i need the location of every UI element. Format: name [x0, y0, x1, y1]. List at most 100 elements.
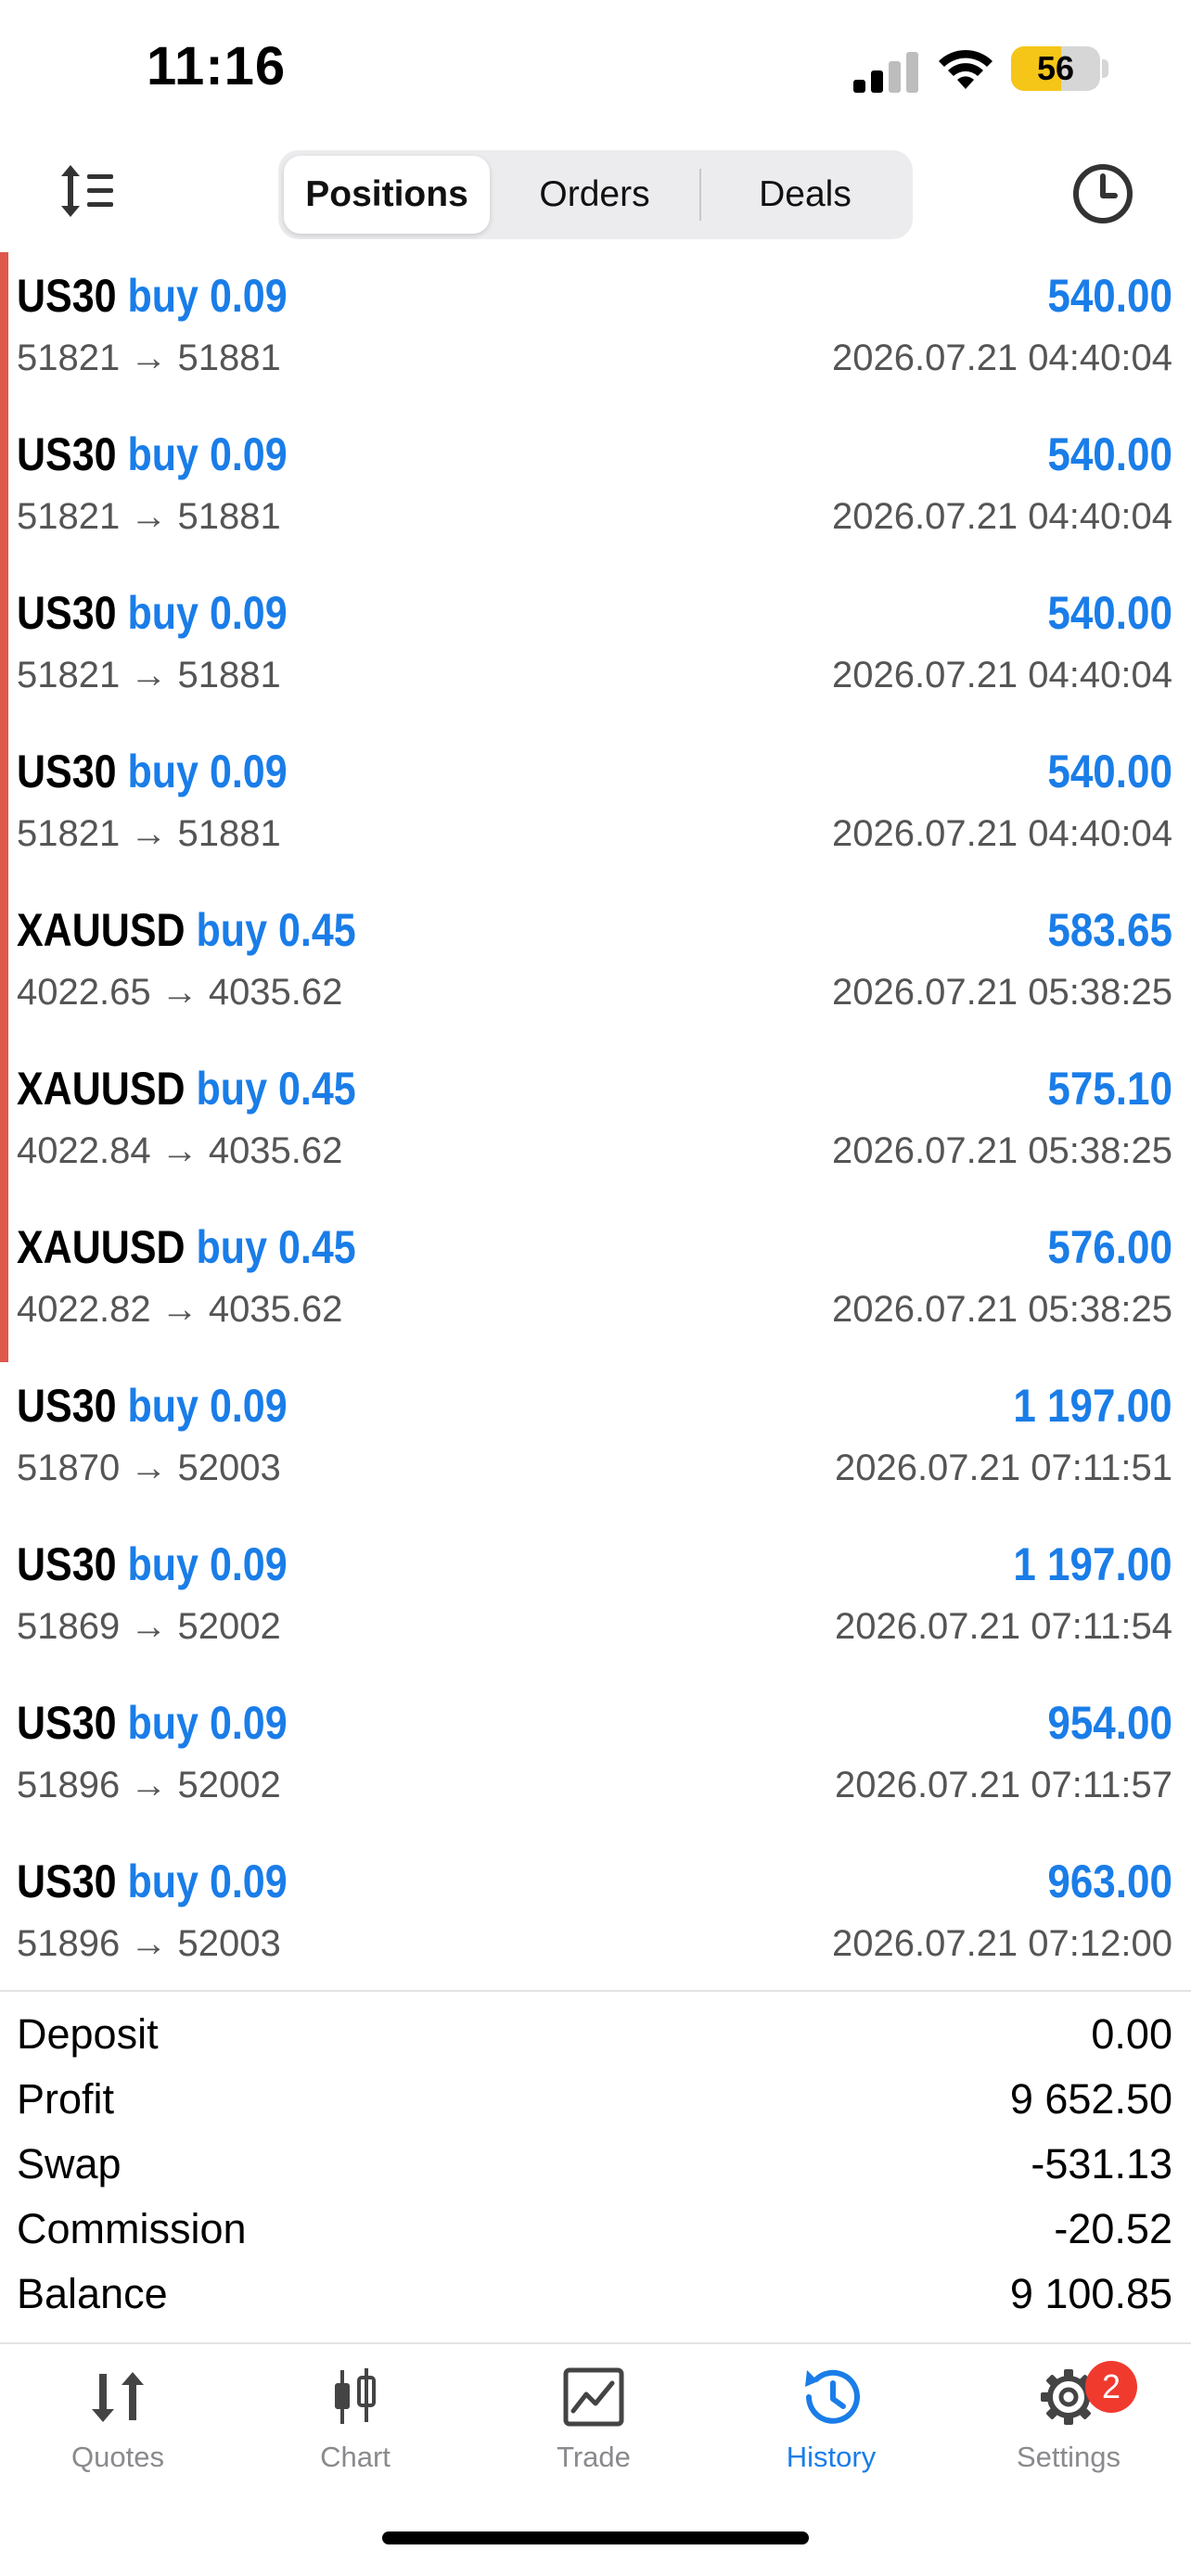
positions-list: US30 buy 0.09 540.00 51821 → 51881 2026.07.… — [0, 252, 1191, 1996]
position-row[interactable]: US30 buy 0.09 540.00 51821 → 51881 2026.07.… — [0, 728, 1191, 886]
trade-volume: 0.09 — [209, 587, 288, 639]
summary-row-profit: Profit 9 652.50 — [0, 2068, 1191, 2133]
symbol: US30 — [17, 1855, 117, 1907]
position-row[interactable]: US30 buy 0.09 1 197.00 51869 → 52002 2026.0… — [0, 1521, 1191, 1679]
symbol: US30 — [17, 1538, 117, 1590]
open-close-prices: 51821 → 51881 — [17, 655, 281, 695]
position-profit: 954.00 — [1047, 1697, 1172, 1749]
position-profit: 540.00 — [1047, 270, 1172, 322]
position-row[interactable]: US30 buy 0.09 963.00 51896 → 52003 2026.07.… — [0, 1838, 1191, 1996]
position-profit: 583.65 — [1047, 904, 1172, 956]
close-datetime: 2026.07.21 07:12:00 — [831, 1923, 1172, 1964]
tab-history[interactable]: History — [738, 2366, 924, 2506]
summary-label: Swap — [17, 2140, 122, 2187]
tab-history-label: History — [786, 2441, 877, 2473]
trade-volume: 0.09 — [209, 270, 288, 322]
summary-label: Profit — [17, 2075, 115, 2123]
trade-volume: 0.45 — [277, 1063, 356, 1115]
position-title: US30 buy 0.09 — [17, 427, 288, 481]
position-profit: 1 197.00 — [1013, 1380, 1172, 1432]
trade-direction: buy — [196, 904, 267, 956]
open-close-prices: 4022.84 → 4035.62 — [17, 1130, 343, 1171]
position-row[interactable]: US30 buy 0.09 954.00 51896 → 52002 2026.07.… — [0, 1679, 1191, 1838]
symbol: US30 — [17, 428, 117, 480]
highlight-bar — [0, 252, 8, 411]
symbol: US30 — [17, 1380, 117, 1432]
position-title: US30 buy 0.09 — [17, 586, 288, 640]
position-row[interactable]: XAUUSD buy 0.45 576.00 4022.82 → 4035.62 20… — [0, 1204, 1191, 1362]
close-datetime: 2026.07.21 04:40:04 — [831, 813, 1172, 854]
position-title: US30 buy 0.09 — [17, 1537, 288, 1591]
close-datetime: 2026.07.21 04:40:04 — [831, 655, 1172, 695]
trade-direction: buy — [127, 1380, 198, 1432]
period-clock-icon[interactable] — [1070, 161, 1135, 226]
trade-direction: buy — [196, 1063, 267, 1115]
summary-row-commission: Commission -20.52 — [0, 2198, 1191, 2263]
summary-value: -531.13 — [1031, 2140, 1172, 2187]
tab-quotes-label: Quotes — [71, 2441, 164, 2473]
highlight-bar — [0, 569, 8, 728]
notification-badge: 2 — [1085, 2361, 1137, 2413]
position-profit: 575.10 — [1047, 1063, 1172, 1115]
trade-direction: buy — [127, 1697, 198, 1749]
position-row[interactable]: US30 buy 0.09 540.00 51821 → 51881 2026.07.… — [0, 411, 1191, 569]
trade-volume: 0.09 — [209, 1538, 288, 1590]
close-datetime: 2026.07.21 05:38:25 — [831, 1130, 1172, 1171]
position-profit: 1 197.00 — [1013, 1538, 1172, 1590]
position-row[interactable]: XAUUSD buy 0.45 583.65 4022.65 → 4035.62 20… — [0, 886, 1191, 1045]
candlestick-icon — [335, 2368, 376, 2424]
summary-row-deposit: Deposit 0.00 — [0, 2003, 1191, 2068]
trade-direction: buy — [127, 428, 198, 480]
tab-settings[interactable]: 2 Settings — [976, 2361, 1161, 2506]
position-title: US30 buy 0.09 — [17, 745, 288, 798]
open-close-prices: 51821 → 51881 — [17, 338, 281, 378]
summary-label: Balance — [17, 2270, 168, 2317]
history-clock-icon — [805, 2369, 860, 2424]
position-title: US30 buy 0.09 — [17, 1379, 288, 1433]
trade-direction: buy — [127, 1538, 198, 1590]
trade-volume: 0.09 — [209, 1380, 288, 1432]
tab-orders[interactable]: Orders — [492, 156, 698, 234]
symbol: XAUUSD — [17, 1221, 186, 1273]
open-close-prices: 51869 → 52002 — [17, 1606, 281, 1647]
tab-trade-label: Trade — [557, 2441, 631, 2473]
home-indicator[interactable] — [382, 2531, 809, 2544]
position-title: US30 buy 0.09 — [17, 269, 288, 323]
sort-icon[interactable] — [58, 161, 117, 221]
position-title: US30 buy 0.09 — [17, 1855, 288, 1908]
open-close-prices: 51821 → 51881 — [17, 496, 281, 537]
summary-label: Deposit — [17, 2010, 159, 2058]
trade-direction: buy — [127, 270, 198, 322]
tab-positions[interactable]: Positions — [284, 156, 490, 234]
summary-label: Commission — [17, 2205, 247, 2252]
highlight-bar — [0, 728, 8, 886]
highlight-bar — [0, 411, 8, 569]
position-row[interactable]: XAUUSD buy 0.45 575.10 4022.84 → 4035.62 20… — [0, 1045, 1191, 1204]
position-title: US30 buy 0.09 — [17, 1696, 288, 1750]
position-title: XAUUSD buy 0.45 — [17, 1220, 356, 1274]
status-bar: 11:16 56 — [0, 0, 1191, 139]
open-close-prices: 51896 → 52003 — [17, 1923, 281, 1964]
position-profit: 963.00 — [1047, 1855, 1172, 1907]
close-datetime: 2026.07.21 07:11:54 — [834, 1606, 1172, 1647]
toolbar: Positions Orders Deals — [0, 139, 1191, 250]
trade-volume: 0.45 — [277, 1221, 356, 1273]
position-row[interactable]: US30 buy 0.09 540.00 51821 → 51881 2026.07.… — [0, 569, 1191, 728]
tab-chart[interactable]: Chart — [263, 2366, 448, 2506]
highlight-bar — [0, 886, 8, 1045]
history-segmented-control: Positions Orders Deals — [278, 150, 913, 239]
summary-panel: Deposit 0.00 Profit 9 652.50 Swap -531.13 Comm… — [0, 2003, 1191, 2327]
open-close-prices: 51870 → 52003 — [17, 1447, 281, 1488]
position-profit: 540.00 — [1047, 587, 1172, 639]
tab-deals[interactable]: Deals — [703, 156, 907, 234]
highlight-bar — [0, 1045, 8, 1204]
position-row[interactable]: US30 buy 0.09 540.00 51821 → 51881 2026.07.… — [0, 252, 1191, 411]
summary-row-swap: Swap -531.13 — [0, 2133, 1191, 2198]
tab-trade[interactable]: Trade — [501, 2366, 686, 2506]
trade-volume: 0.09 — [209, 746, 288, 797]
position-row[interactable]: US30 buy 0.09 1 197.00 51870 → 52003 2026.0… — [0, 1362, 1191, 1521]
trade-direction: buy — [196, 1221, 267, 1273]
tab-quotes[interactable]: Quotes — [25, 2366, 211, 2506]
close-datetime: 2026.07.21 07:11:51 — [834, 1447, 1172, 1488]
close-datetime: 2026.07.21 05:38:25 — [831, 1289, 1172, 1330]
